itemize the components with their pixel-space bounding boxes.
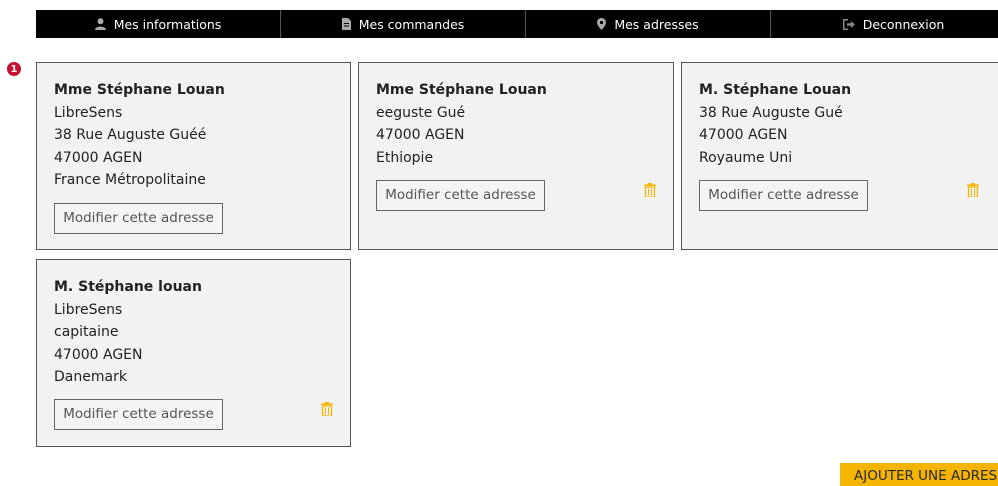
- map-marker-icon: [597, 18, 607, 30]
- nav-item-commandes[interactable]: Mes commandes: [281, 10, 526, 38]
- address-name: M. Stéphane Louan: [699, 82, 852, 98]
- address-line: 38 Rue Auguste Gué: [699, 104, 843, 121]
- address-name: Mme Stéphane Louan: [376, 82, 547, 98]
- modify-address-button[interactable]: Modifier cette adresse: [54, 203, 223, 234]
- address-line: 47000 AGEN: [54, 346, 143, 363]
- address-line: Royaume Uni: [699, 149, 793, 166]
- trash-icon[interactable]: [967, 183, 979, 197]
- nav-item-label: Deconnexion: [862, 16, 945, 32]
- trash-icon[interactable]: [321, 402, 333, 416]
- nav-item-informations[interactable]: Mes informations: [36, 10, 281, 38]
- nav-item-deconnexion[interactable]: Deconnexion: [771, 10, 998, 38]
- address-line: eeguste Gué: [376, 104, 466, 121]
- address-card: M. Stéphane louan LibreSens capitaine 47…: [36, 259, 351, 447]
- address-card: Mme Stéphane Louan eeguste Gué 47000 AGE…: [358, 62, 674, 250]
- user-icon: [94, 18, 106, 30]
- address-line: 38 Rue Auguste Guéé: [54, 127, 207, 143]
- nav-item-label: Mes informations: [113, 16, 222, 32]
- address-line: 47000 AGEN: [54, 149, 143, 166]
- address-name: Mme Stéphane Louan: [54, 82, 225, 98]
- nav-item-adresses[interactable]: Mes adresses: [526, 10, 771, 38]
- nav-item-label: Mes commandes: [358, 16, 465, 32]
- modify-address-button[interactable]: Modifier cette adresse: [699, 180, 868, 211]
- notice-badge: 1: [7, 62, 21, 76]
- document-icon: [341, 18, 351, 30]
- trash-icon[interactable]: [644, 183, 656, 197]
- address-line: Ethiopie: [376, 149, 434, 166]
- address-card: M. Stéphane Louan 38 Rue Auguste Gué 470…: [681, 62, 998, 250]
- modify-address-button[interactable]: Modifier cette adresse: [54, 399, 223, 430]
- address-line: 47000 AGEN: [699, 127, 788, 143]
- address-line: capitaine: [54, 324, 119, 340]
- address-line: 47000 AGEN: [376, 127, 465, 143]
- address-line: LibreSens: [54, 301, 123, 318]
- add-address-button[interactable]: AJOUTER UNE ADRESSE: [840, 463, 998, 486]
- address-line: France Métropolitaine: [54, 172, 206, 188]
- address-line: LibreSens: [54, 104, 123, 121]
- address-name: M. Stéphane louan: [54, 279, 202, 295]
- address-card: Mme Stéphane Louan LibreSens 38 Rue Augu…: [36, 62, 351, 250]
- address-line: Danemark: [54, 369, 127, 385]
- account-nav: Mes informations Mes commandes Mes adres…: [36, 10, 998, 38]
- sign-out-icon: [842, 18, 855, 30]
- modify-address-button[interactable]: Modifier cette adresse: [376, 180, 545, 211]
- nav-item-label: Mes adresses: [614, 16, 699, 32]
